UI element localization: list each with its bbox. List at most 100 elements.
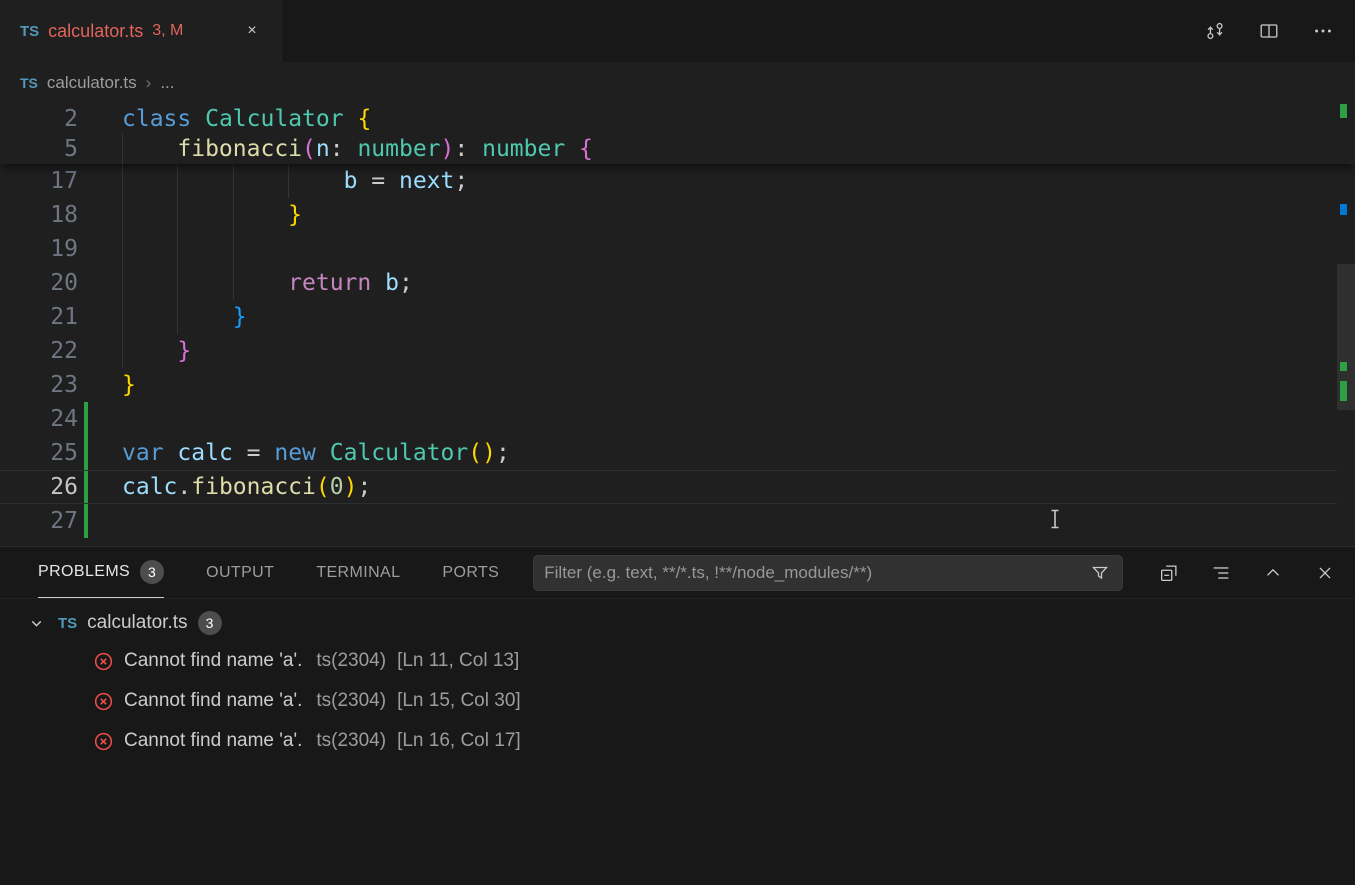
code-token: { xyxy=(579,136,593,162)
editor-title-actions xyxy=(1203,0,1355,62)
typescript-file-icon: TS xyxy=(20,23,39,40)
code-line-25[interactable]: 25 var calc = new Calculator(); xyxy=(0,436,1355,470)
line-number[interactable]: 21 xyxy=(0,300,78,334)
code-token xyxy=(344,106,358,132)
ruler-mark-added xyxy=(1340,362,1347,371)
close-tab-icon[interactable]: × xyxy=(239,18,265,44)
code-line-17[interactable]: 17 b = next; xyxy=(0,164,1355,198)
overview-ruler[interactable] xyxy=(1337,104,1355,546)
code-token: ) xyxy=(482,440,496,466)
code-token: return xyxy=(288,270,371,296)
problem-position: [Ln 15, Col 30] xyxy=(397,690,521,712)
filter-icon[interactable] xyxy=(1088,561,1112,585)
code-editor[interactable]: 2class Calculator {5 fibonacci(n: number… xyxy=(0,104,1355,546)
problems-view: TS calculator.ts 3 Cannot find name 'a'.… xyxy=(0,599,1355,761)
code-token: ; xyxy=(496,440,510,466)
line-number[interactable]: 2 xyxy=(0,104,78,134)
editor-tab-bar: TS calculator.ts 3, M × xyxy=(0,0,1355,62)
problems-list: Cannot find name 'a'. ts(2304) [Ln 11, Col… xyxy=(0,641,1355,761)
line-number[interactable]: 18 xyxy=(0,198,78,232)
code-text: } xyxy=(122,334,191,368)
problem-row[interactable]: Cannot find name 'a'.ts(2304)[Ln 16, Col… xyxy=(0,721,1355,761)
code-token: number xyxy=(482,136,565,162)
line-number[interactable]: 17 xyxy=(0,164,78,198)
tab-output[interactable]: OUTPUT xyxy=(206,547,274,598)
line-number[interactable]: 24 xyxy=(0,402,78,436)
code-token: Calculator xyxy=(330,440,468,466)
code-line-19[interactable]: 19 xyxy=(0,232,1355,266)
code-text: var calc = new Calculator(); xyxy=(122,436,510,470)
line-number[interactable]: 5 xyxy=(0,134,78,164)
code-token xyxy=(191,106,205,132)
code-text: b = next; xyxy=(122,164,468,198)
maximize-panel-icon[interactable] xyxy=(1261,561,1285,585)
breadcrumb-symbol-ellipsis[interactable]: ... xyxy=(160,73,174,93)
split-editor-icon[interactable] xyxy=(1257,19,1281,43)
error-icon xyxy=(94,652,113,671)
code-token xyxy=(122,304,233,330)
line-number[interactable]: 27 xyxy=(0,504,78,538)
code-line-2[interactable]: 2class Calculator { xyxy=(0,104,1355,134)
code-token xyxy=(565,136,579,162)
tab-problems[interactable]: PROBLEMS 3 xyxy=(38,547,164,598)
code-text: } xyxy=(122,368,136,402)
code-token: Calculator xyxy=(205,106,343,132)
collapse-all-icon[interactable] xyxy=(1157,561,1181,585)
problem-position: [Ln 11, Col 13] xyxy=(397,650,519,672)
code-token: b xyxy=(385,270,399,296)
tab-calculator-ts[interactable]: TS calculator.ts 3, M × xyxy=(0,0,282,62)
code-token: ( xyxy=(316,474,330,500)
code-token: } xyxy=(122,372,136,398)
line-number[interactable]: 25 xyxy=(0,436,78,470)
code-line-22[interactable]: 22 } xyxy=(0,334,1355,368)
code-token: } xyxy=(233,304,247,330)
code-token xyxy=(371,270,385,296)
code-line-5[interactable]: 5 fibonacci(n: number): number { xyxy=(0,134,1355,164)
line-number[interactable]: 23 xyxy=(0,368,78,402)
code-line-18[interactable]: 18 } xyxy=(0,198,1355,232)
problems-file-group[interactable]: TS calculator.ts 3 xyxy=(0,605,1355,641)
git-added-gutter-indicator xyxy=(84,470,88,504)
code-token: next xyxy=(399,168,454,194)
line-number[interactable]: 20 xyxy=(0,266,78,300)
line-number[interactable]: 22 xyxy=(0,334,78,368)
code-token: var xyxy=(122,440,164,466)
ruler-mark-added xyxy=(1340,381,1347,401)
panel-tabs: PROBLEMS 3 OUTPUT TERMINAL PORTS xyxy=(38,547,499,598)
code-token: new xyxy=(274,440,316,466)
sticky-scroll: 2class Calculator {5 fibonacci(n: number… xyxy=(0,104,1355,164)
line-number[interactable]: 19 xyxy=(0,232,78,266)
code-line-27[interactable]: 27 xyxy=(0,504,1355,538)
problems-filter-input[interactable] xyxy=(544,563,1080,583)
code-line-20[interactable]: 20 return b; xyxy=(0,266,1355,300)
ruler-mark-modified xyxy=(1340,204,1347,215)
code-token xyxy=(122,270,288,296)
tab-problems-modified-decoration: 3, M xyxy=(152,22,183,40)
tab-ports[interactable]: PORTS xyxy=(442,547,499,598)
problem-source-code: ts(2304) xyxy=(316,650,386,672)
code-token: number xyxy=(357,136,440,162)
code-token: : xyxy=(454,136,482,162)
open-changes-icon[interactable] xyxy=(1203,19,1227,43)
tab-output-label: OUTPUT xyxy=(206,564,274,582)
code-token xyxy=(164,440,178,466)
code-token: n xyxy=(316,136,330,162)
more-actions-icon[interactable] xyxy=(1311,19,1335,43)
breadcrumb-filename[interactable]: calculator.ts xyxy=(47,73,137,93)
code-line-26[interactable]: 26calc.fibonacci(0); xyxy=(0,470,1355,504)
problem-row[interactable]: Cannot find name 'a'.ts(2304)[Ln 11, Col… xyxy=(0,641,1355,681)
code-token: . xyxy=(177,474,191,500)
code-line-21[interactable]: 21 } xyxy=(0,300,1355,334)
code-line-23[interactable]: 23} xyxy=(0,368,1355,402)
close-panel-icon[interactable] xyxy=(1313,561,1337,585)
tab-terminal[interactable]: TERMINAL xyxy=(316,547,400,598)
code-token: { xyxy=(357,106,371,132)
problem-row[interactable]: Cannot find name 'a'.ts(2304)[Ln 15, Col… xyxy=(0,681,1355,721)
code-line-24[interactable]: 24 xyxy=(0,402,1355,436)
view-as-table-icon[interactable] xyxy=(1209,561,1233,585)
chevron-down-icon[interactable] xyxy=(24,611,48,635)
typescript-file-icon: TS xyxy=(58,615,77,632)
code-token: calc xyxy=(122,474,177,500)
line-number[interactable]: 26 xyxy=(0,470,78,504)
problem-message: Cannot find name 'a'. xyxy=(124,690,302,712)
